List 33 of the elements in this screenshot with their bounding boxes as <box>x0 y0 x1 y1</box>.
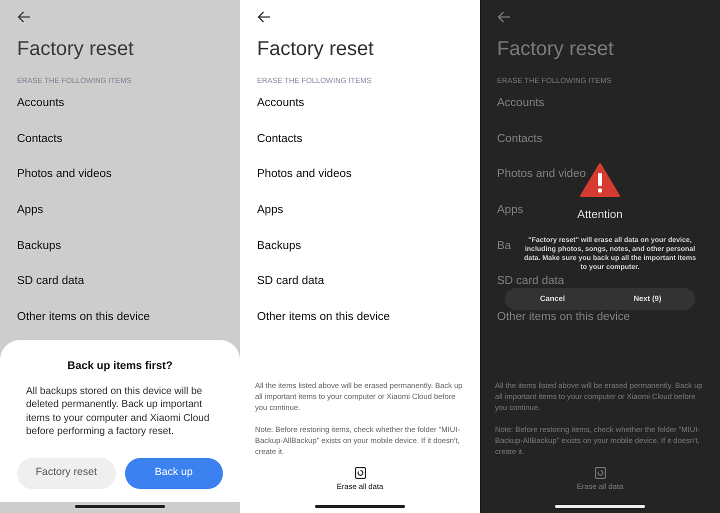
erase-item: Other items on this device <box>17 310 150 325</box>
erase-item: Backups <box>17 238 62 254</box>
erase-item: Apps <box>497 202 524 218</box>
erase-item: Accounts <box>257 96 304 112</box>
back-arrow-icon[interactable] <box>257 11 271 23</box>
erase-item: Apps <box>257 202 284 218</box>
erase-item: Backups <box>257 238 302 254</box>
erase-item: Other items on this device <box>497 310 630 325</box>
erase-item: Other items on this device <box>257 310 390 325</box>
erase-item: SD card data <box>497 274 564 290</box>
erase-item: SD card data <box>257 274 324 290</box>
alert-title: Attention <box>577 209 623 222</box>
dialog-button[interactable]: Back up <box>124 458 223 488</box>
reset-icon <box>354 467 366 479</box>
page-title: Factory reset <box>17 37 135 61</box>
erase-item: Contacts <box>257 132 302 147</box>
erase-item: Contacts <box>497 132 542 147</box>
sheet-title: Back up items first? <box>67 359 173 374</box>
erase-item: Photos and videos <box>17 167 112 182</box>
erase-item: Ba <box>497 238 512 254</box>
erase-item: Accounts <box>497 96 544 112</box>
page-title: Factory reset <box>497 37 615 61</box>
page-title: Factory reset <box>257 37 375 61</box>
reset-icon <box>594 467 606 479</box>
erase-item: Accounts <box>17 96 64 112</box>
erase-item: Contacts <box>17 132 62 147</box>
sheet-message: All backups stored on this device will be deleted permanently. Back up important items to your computer and Xiaomi Cloud before performing a factory reset. <box>26 384 210 438</box>
erase-item: SD card data <box>17 274 84 290</box>
dialog-button[interactable]: Factory reset <box>17 458 116 488</box>
back-arrow-icon[interactable] <box>17 11 31 23</box>
erase-item: Apps <box>17 202 44 218</box>
erase-item: Photos and videos <box>257 167 352 182</box>
erase-item: Photos and video <box>497 167 586 182</box>
